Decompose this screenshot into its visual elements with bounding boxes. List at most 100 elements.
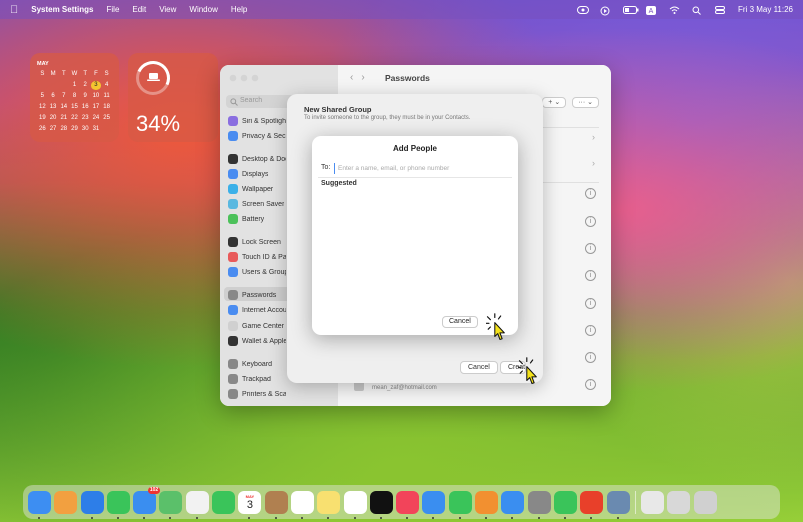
dock-launchpad-icon[interactable] <box>54 490 78 514</box>
calendar-day: 5 <box>40 93 45 99</box>
running-indicator <box>511 516 514 519</box>
menu-clock[interactable]: Fri 3 May 11:26 <box>738 5 793 14</box>
sidebar-item-trackpad[interactable]: Trackpad <box>228 374 271 384</box>
sidebar-item-desktop-dock[interactable]: Desktop & Dock <box>228 154 286 164</box>
sidebar-item-label: Displays <box>242 170 269 178</box>
control-center-icon[interactable] <box>715 5 727 14</box>
dock-tv-icon[interactable] <box>369 490 393 519</box>
calendar-day: 13 <box>49 104 57 110</box>
calendar-day: 30 <box>81 126 89 132</box>
dock-keynote-icon[interactable] <box>422 490 446 519</box>
calendar-widget[interactable]: MAY S M T W T F S 1 2 3 4 5 6 7 8 9 10 11 12 13 14 15 16 17 18 19… <box>30 53 119 142</box>
dialog-cancel-button[interactable]: Cancel <box>442 316 478 328</box>
sidebar-item-internet-accounts[interactable]: Internet Accounts <box>228 305 286 315</box>
menu-edit[interactable]: Edit <box>132 5 146 14</box>
info-icon[interactable]: i <box>585 352 596 363</box>
dock-music-doc-icon[interactable] <box>641 490 665 514</box>
calendar-day: 28 <box>60 126 68 132</box>
dock-app-store-icon[interactable] <box>501 490 525 519</box>
menu-app-name[interactable]: System Settings <box>31 5 93 14</box>
info-icon[interactable]: i <box>585 325 596 336</box>
dock-safari-icon[interactable] <box>80 490 104 519</box>
sidebar-item-label: Screen Saver <box>242 200 285 208</box>
dock-ea-icon[interactable] <box>580 490 604 519</box>
dock-numbers-icon[interactable] <box>448 490 472 519</box>
battery-icon[interactable] <box>623 5 639 14</box>
sidebar-item-screen-saver[interactable]: Screen Saver <box>228 199 284 209</box>
sidebar-item-icon <box>228 237 238 247</box>
battery-widget[interactable]: 34% <box>128 53 218 142</box>
dock-notes-icon[interactable] <box>317 490 341 519</box>
dock-freeform-icon[interactable] <box>343 490 367 519</box>
sidebar-item-privacy-security[interactable]: Privacy & Security <box>228 131 286 141</box>
sidebar-item-wallet-apple-pay[interactable]: Wallet & Apple Pay <box>228 336 286 346</box>
screen-share-icon[interactable] <box>577 5 590 14</box>
sidebar-item-icon <box>228 169 238 179</box>
play-icon[interactable] <box>600 6 612 15</box>
info-icon[interactable]: i <box>585 270 596 281</box>
add-password-button[interactable]: + ⌄ <box>542 97 567 108</box>
dock-line-icon[interactable] <box>553 490 577 519</box>
sidebar-item-touch-id-password[interactable]: Touch ID & Password <box>228 252 286 262</box>
dock-pages-icon[interactable] <box>475 490 499 519</box>
sheet-cancel-button[interactable]: Cancel <box>460 361 498 374</box>
suggested-label: Suggested <box>321 180 357 187</box>
calendar-day <box>48 81 59 90</box>
sidebar-item-lock-screen[interactable]: Lock Screen <box>228 237 281 247</box>
dock: 102 MAY 3 <box>23 485 780 519</box>
menu-view[interactable]: View <box>159 5 176 14</box>
dock-trash-icon[interactable] <box>693 490 717 514</box>
info-icon[interactable]: i <box>585 298 596 309</box>
spotlight-icon[interactable] <box>692 6 704 15</box>
info-icon[interactable]: i <box>585 243 596 254</box>
info-icon[interactable]: i <box>585 379 596 390</box>
calendar-day: 9 <box>83 93 87 99</box>
sidebar-item-keyboard[interactable]: Keyboard <box>228 359 272 369</box>
dock-messages-icon[interactable] <box>106 490 130 519</box>
info-icon[interactable]: i <box>585 188 596 199</box>
menu-window[interactable]: Window <box>189 5 217 14</box>
chevron-right-icon[interactable]: › <box>592 158 595 168</box>
menu-help[interactable]: Help <box>231 5 247 14</box>
running-indicator <box>274 516 277 519</box>
input-source-icon[interactable]: A <box>646 5 658 15</box>
sidebar-item-users-groups[interactable]: Users & Groups <box>228 267 286 277</box>
more-options-button[interactable]: ··· ⌄ <box>572 97 599 108</box>
apple-menu-icon[interactable]:  <box>10 4 18 16</box>
sidebar-item-displays[interactable]: Displays <box>228 169 268 179</box>
chevron-right-icon[interactable]: › <box>592 132 595 142</box>
menu-file[interactable]: File <box>107 5 120 14</box>
dock-system-settings-icon[interactable] <box>527 490 551 519</box>
dock-facetime-icon[interactable] <box>212 490 236 514</box>
sidebar-item-printers-scanners[interactable]: Printers & Scanners <box>228 389 286 399</box>
nav-arrows-icon[interactable]: ‹› <box>350 72 373 83</box>
dock-preview-icon[interactable] <box>606 490 630 519</box>
dock-reminders-icon[interactable] <box>290 490 314 519</box>
sidebar-item-passwords[interactable]: Passwords <box>228 290 276 300</box>
sidebar-item-wallpaper[interactable]: Wallpaper <box>228 184 273 194</box>
dock-finder-icon[interactable] <box>28 490 51 519</box>
dock-mail-icon[interactable]: 102 <box>133 486 161 519</box>
info-icon[interactable]: i <box>585 216 596 227</box>
running-indicator <box>38 516 40 519</box>
window-traffic-lights-icon[interactable] <box>229 74 259 82</box>
click-cursor-icon <box>518 357 537 384</box>
sidebar-item-siri-spotlight[interactable]: Siri & Spotlight <box>228 116 286 126</box>
calendar-month: MAY <box>37 61 49 67</box>
dock-contacts-icon[interactable] <box>264 490 288 519</box>
recipient-field[interactable]: Enter a name, email, or phone number <box>334 163 512 174</box>
dock-maps-icon[interactable] <box>159 490 183 519</box>
dock-music-icon[interactable] <box>396 490 420 519</box>
calendar-day: 2 <box>83 82 87 88</box>
dock-calendar-icon[interactable]: MAY 3 <box>238 490 262 519</box>
dock-photos-icon[interactable] <box>185 490 209 519</box>
calendar-day: 21 <box>60 115 68 121</box>
sidebar-item-battery[interactable]: Battery <box>228 214 264 224</box>
wifi-icon[interactable] <box>669 6 681 14</box>
menu-bar:  System Settings File Edit View Window … <box>0 0 803 19</box>
sidebar-item-game-center[interactable]: Game Center <box>228 321 284 331</box>
running-indicator <box>195 516 198 519</box>
sidebar-item-label: Battery <box>242 215 265 223</box>
dock-downloads-icon[interactable] <box>667 490 691 514</box>
sidebar-item-label: Privacy & Security <box>242 132 286 140</box>
